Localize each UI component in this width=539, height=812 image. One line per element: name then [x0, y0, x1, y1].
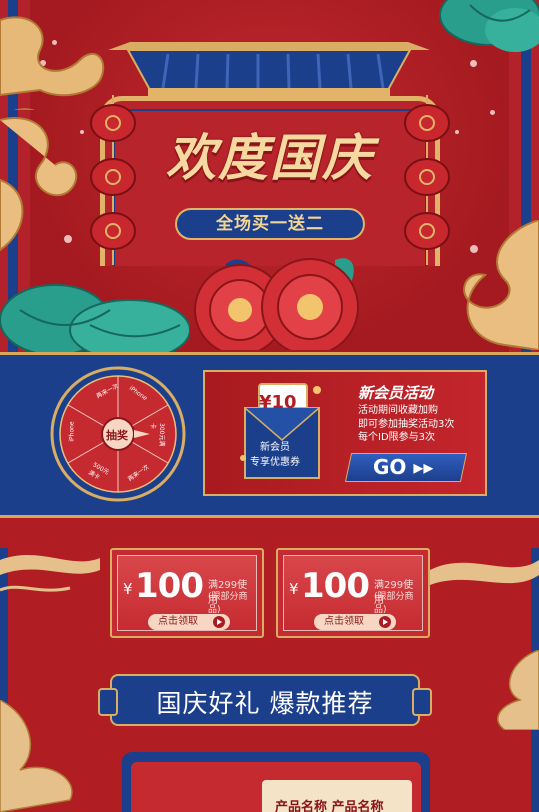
pavilion-roof-icon: [108, 42, 430, 98]
section-banner-title: 国庆好礼 爆款推荐: [156, 689, 374, 718]
member-desc-line: 活动期间收藏加购: [358, 405, 438, 416]
gold-cloud-icon: [497, 650, 539, 730]
coupon-note: (限部分商品): [208, 592, 248, 615]
claim-coupon-label: 点击领取: [158, 616, 198, 627]
coupon-card[interactable]: ¥ 100 满299使用 (限部分商品) 点击领取: [110, 548, 264, 638]
gold-cloud-icon: [0, 16, 105, 110]
coupon-card[interactable]: ¥ 100 满299使用 (限部分商品) 点击领取: [276, 548, 430, 638]
gold-cloud-icon: [463, 220, 539, 350]
wheel-segment-label: iPhone: [68, 421, 76, 442]
coupon-currency: ¥: [123, 580, 133, 598]
wheel-center-label: 抽奖: [106, 429, 128, 442]
member-coupon-amount: ¥10: [259, 392, 297, 413]
wheel-segment-label: 300元满卡: [149, 423, 165, 447]
decor-dot: [470, 60, 477, 67]
claim-coupon-button[interactable]: 点击领取: [314, 614, 396, 630]
coupon-amount: 100: [135, 566, 204, 606]
member-activity-title: 新会员活动: [358, 384, 434, 402]
play-icon: [379, 616, 391, 628]
decor-dot: [455, 130, 459, 134]
claim-coupon-button[interactable]: 点击领取: [148, 614, 230, 630]
decor-dot: [490, 110, 495, 115]
lottery-wheel[interactable]: 抽奖 再来一次 iPhone 300元满卡 再来一次 500元满卡 iPhone: [50, 366, 186, 502]
member-desc-line: 每个ID限参与3次: [358, 432, 436, 443]
claim-coupon-label: 点击领取: [324, 616, 364, 627]
member-desc-line: 即可参加抽奖活动3次: [358, 418, 455, 430]
coupon-amount: 100: [301, 566, 370, 606]
go-button-label[interactable]: GO ▸▸: [373, 456, 443, 478]
gold-cloud-icon: [0, 117, 78, 252]
promo-page: 欢度国庆 全场买一送二 抽奖 再来一次 iPhone 300元满卡 再来一次 5…: [0, 0, 539, 812]
hero-title: 欢度国庆: [166, 128, 374, 187]
coupon-note: (限部分商品): [374, 592, 414, 615]
product-name: 产品名称 产品名称: [275, 800, 384, 812]
member-coupon[interactable]: ¥10 新会员 专享优惠券: [239, 378, 325, 488]
teal-flower-icon: [439, 0, 539, 52]
coupon-currency: ¥: [289, 580, 299, 598]
gold-cloud-band-icon: [0, 555, 539, 592]
hero-subtitle: 全场买一送二: [216, 214, 324, 234]
lantern-icon: [90, 95, 136, 265]
peony-icon: [194, 258, 359, 350]
hero-subtitle-pill: 全场买一送二: [175, 208, 365, 240]
member-activity-desc: 活动期间收藏加购 即可参加抽奖活动3次 每个ID限参与3次: [358, 404, 454, 445]
hero-section: 欢度国庆 全场买一送二: [0, 0, 539, 352]
teal-flower-icon: [0, 284, 190, 352]
member-coupon-label-2: 专享优惠券: [250, 457, 300, 468]
gold-cloud-icon: [0, 700, 73, 812]
play-icon: [213, 616, 225, 628]
lantern-icon: [404, 95, 450, 265]
member-coupon-label-1: 新会员: [260, 442, 290, 453]
